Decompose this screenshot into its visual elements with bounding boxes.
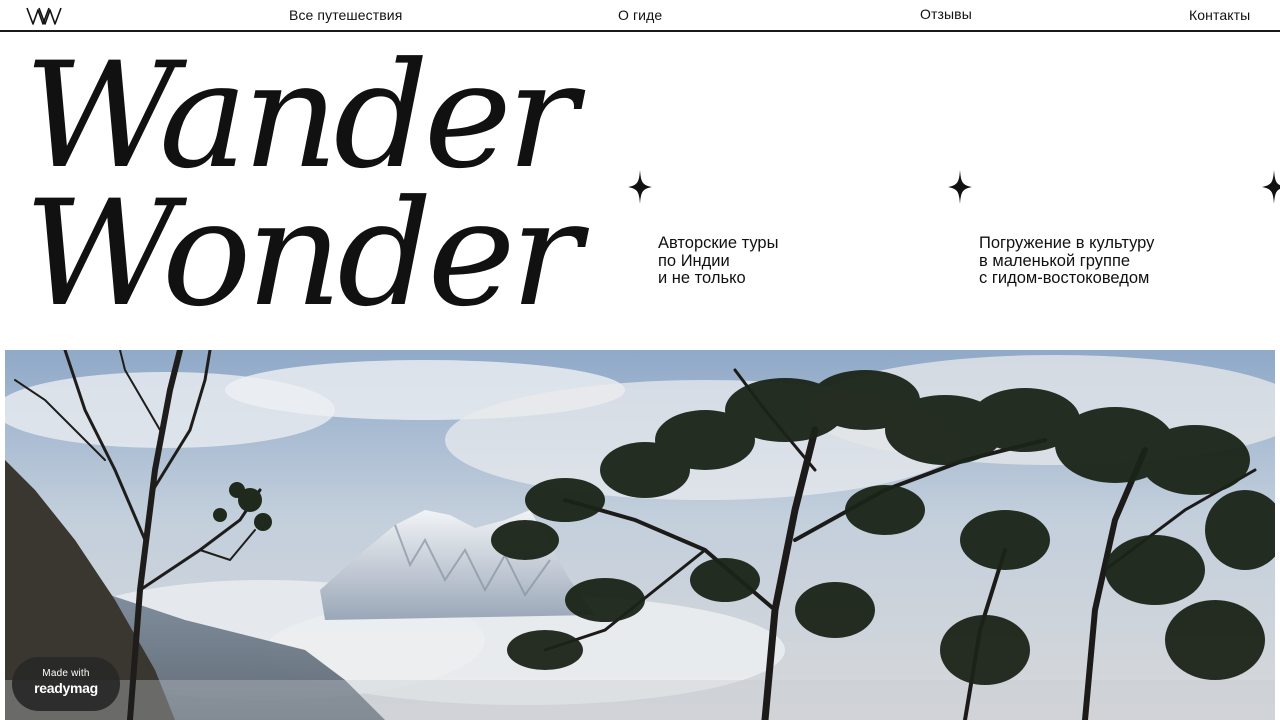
sparkle-icon (1262, 170, 1280, 204)
nav-about-guide-link[interactable]: О гиде (618, 7, 662, 24)
tagline-line: с гидом-востоковедом (979, 269, 1150, 287)
logo-icon[interactable] (26, 6, 62, 26)
badge-brand: readymag (34, 680, 98, 696)
tagline-line: и не только (658, 269, 746, 287)
tagline-tours: Авторские туры по Индии и не только (658, 234, 918, 288)
nav-contacts-link[interactable]: Контакты (1189, 7, 1250, 24)
hero-title-line-2: Wonder (24, 169, 582, 339)
sparkle-icon (948, 170, 972, 204)
hero-title: Wander Wonder (0, 40, 650, 340)
tagline-line: Погружение в культуру (979, 234, 1155, 252)
tagline-line: Авторские туры (658, 234, 779, 252)
tagline-line: по Индии (658, 251, 730, 270)
sparkle-icon (628, 170, 652, 204)
hero-title-line-1: Wander (24, 31, 578, 201)
badge-caption: Made with (42, 668, 90, 679)
top-navigation: Все путешествия О гиде Отзывы Контакты (0, 0, 1280, 32)
nav-reviews-link[interactable]: Отзывы (920, 6, 972, 23)
tagline-line: в маленькой группе (979, 251, 1131, 270)
nav-all-trips-link[interactable]: Все путешествия (289, 7, 402, 24)
landscape-photo (5, 350, 1275, 720)
page: Все путешествия О гиде Отзывы Контакты W… (0, 0, 1280, 720)
made-with-readymag-badge[interactable]: Made with readymag (12, 657, 120, 711)
tagline-immersion: Погружение в культуру в маленькой группе… (979, 234, 1239, 288)
